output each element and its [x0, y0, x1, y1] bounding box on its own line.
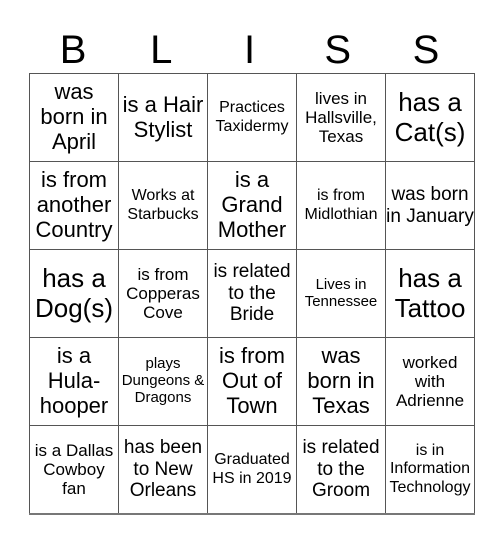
bingo-cell[interactable]: is related to the Bride [207, 249, 297, 338]
bingo-cell[interactable]: is from Out of Town [207, 337, 297, 426]
bingo-cell[interactable]: has a Tattoo [385, 249, 475, 338]
bingo-row: was born in April is a Hair Stylist Practi… [29, 73, 475, 162]
header-letter-s2: S [412, 28, 440, 72]
header-letter-l: L [150, 28, 173, 72]
bingo-header: B L I S S [29, 26, 470, 74]
bingo-cell[interactable]: is a Hula-hooper [29, 337, 119, 426]
bingo-cell[interactable]: Works at Starbucks [118, 161, 208, 250]
bingo-cell[interactable]: plays Dungeons & Dragons [118, 337, 208, 426]
bingo-cell[interactable]: is a Grand Mother [207, 161, 297, 250]
bingo-cell[interactable]: was born in Texas [296, 337, 386, 426]
bingo-cell[interactable]: lives in Hallsville, Texas [296, 73, 386, 162]
header-letter-s1: S [324, 28, 352, 72]
bingo-cell[interactable]: has a Cat(s) [385, 73, 475, 162]
bingo-cell[interactable]: is a Dallas Cowboy fan [29, 425, 119, 515]
bingo-cell[interactable]: is in Information Technology [385, 425, 475, 515]
bingo-row: is from another Country Works at Starbuck… [29, 161, 475, 250]
bingo-row: is a Dallas Cowboy fan has been to New Or… [29, 425, 475, 515]
bingo-cell[interactable]: Lives in Tennessee [296, 249, 386, 338]
bingo-cell[interactable]: Graduated HS in 2019 [207, 425, 297, 515]
bingo-cell[interactable]: has been to New Orleans [118, 425, 208, 515]
header-letter-b: B [59, 28, 87, 72]
bingo-row: has a Dog(s) is from Copperas Cove is rela… [29, 249, 475, 338]
header-letter-i: I [243, 28, 256, 72]
bingo-cell[interactable]: is from another Country [29, 161, 119, 250]
bingo-cell[interactable]: is related to the Groom [296, 425, 386, 515]
bingo-cell[interactable]: worked with Adrienne [385, 337, 475, 426]
bingo-grid: was born in April is a Hair Stylist Practi… [29, 73, 475, 515]
bingo-cell[interactable]: has a Dog(s) [29, 249, 119, 338]
bingo-cell[interactable]: was born in January [385, 161, 475, 250]
bingo-cell[interactable]: is from Midlothian [296, 161, 386, 250]
bingo-cell[interactable]: was born in April [29, 73, 119, 162]
bingo-cell[interactable]: is a Hair Stylist [118, 73, 208, 162]
bingo-row: is a Hula-hooper plays Dungeons & Dragons… [29, 337, 475, 426]
bingo-cell[interactable]: Practices Taxidermy [207, 73, 297, 162]
bingo-cell[interactable]: is from Copperas Cove [118, 249, 208, 338]
